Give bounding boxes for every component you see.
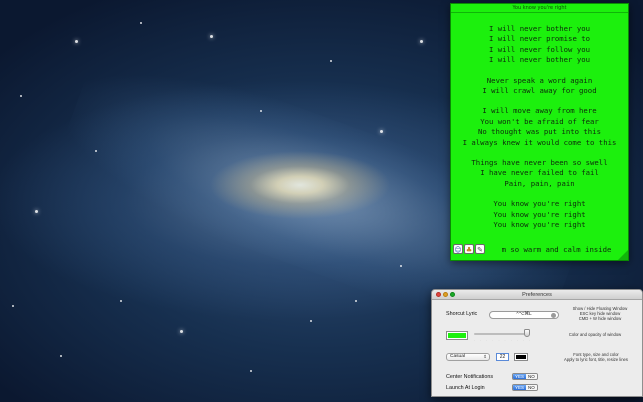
lyric-line: You know you're right [493,209,586,219]
launch-at-login-label: Launch At Login [446,385,485,391]
window-color-swatch [448,333,466,338]
lyric-line: I have never failed to fail [480,168,599,178]
center-notifications-label: Center Notifications [446,374,494,380]
lyric-icon-group: ☺ ♣ ✎ [451,244,485,254]
opacity-slider-ticks: · · · · · · · · · · [474,338,530,342]
clear-shortcut-icon[interactable] [551,313,556,318]
lyric-line: No thought was put into this [477,127,601,137]
preferences-window: Preferences Shorcut Lyric ^⌥⌘L Show / Hi… [431,289,643,397]
lyric-line: I will move away from here [482,106,597,116]
center-notifications-yes[interactable]: YES [513,374,527,379]
opacity-slider[interactable]: · · · · · · · · · · [474,333,530,342]
finder-icon[interactable]: ☺ [453,244,463,254]
lyric-line-current: m so warm and calm inside [501,244,612,254]
lyric-line: Never speak a word again [486,75,593,85]
quill-icon[interactable]: ✎ [475,244,485,254]
text-color-well[interactable] [514,353,528,361]
launch-at-login-no[interactable]: NO [526,385,537,390]
lyric-line: You won't be afraid of fear [480,116,599,126]
chevron-updown-icon: ⇕ [483,354,487,359]
font-hint-line: Apply to lyric font, title, resize lines [563,357,628,363]
lyric-line: Things have never been so swell [471,158,608,168]
lyric-gap [451,66,628,76]
minimize-button[interactable] [443,292,448,297]
font-select-value: Casual [450,354,465,359]
preferences-body: Shorcut Lyric ^⌥⌘L Show / Hide Floating … [432,300,642,396]
preferences-title: Preferences [522,292,552,298]
lyric-gap [451,148,628,158]
center-notifications-no[interactable]: NO [526,374,537,379]
lyric-gap [451,96,628,106]
close-button[interactable] [436,292,441,297]
font-size-field[interactable]: 22 [496,353,509,361]
color-hint: Color and opacity of window [568,332,622,337]
lyric-line: I will never follow you [488,44,591,54]
opacity-slider-knob[interactable] [524,329,530,337]
lyric-lines: I will never bother you I will never pro… [451,13,628,231]
shortcut-hint: Show / Hide Floating Window ESC key hide… [562,306,638,322]
lyric-line: I will never promise to [488,34,591,44]
opacity-slider-track [474,333,530,335]
font-hint: Font type, size and color Apply to lyric… [550,352,642,362]
shortcut-label: Shorcut Lyric [446,311,478,317]
window-controls [436,292,455,297]
window-color-well[interactable] [446,331,468,340]
launch-at-login-toggle[interactable]: YES NO [512,384,538,391]
lyric-line: Pain, pain, pain [504,178,575,188]
lyric-line: I will never bother you [488,24,591,33]
resize-handle[interactable] [618,250,628,260]
shortcut-recorder[interactable]: ^⌥⌘L [489,311,559,319]
shortcut-hint-line: CMD + W hide window [578,316,622,322]
zoom-button[interactable] [450,292,455,297]
preferences-titlebar[interactable]: Preferences [432,290,642,300]
launch-at-login-yes[interactable]: YES [513,385,527,390]
lyric-window-title: You know you're right [451,4,628,13]
lyric-line: You know you're right [493,199,586,209]
lyric-line: You know you're right [493,220,586,230]
font-select[interactable]: Casual ⇕ [446,353,490,361]
shortcut-value: ^⌥⌘L [516,312,532,317]
lyric-line: I always knew it would come to this [462,137,617,147]
floating-lyric-window[interactable]: You know you're right I will never bothe… [450,3,629,261]
app-icon[interactable]: ♣ [464,244,474,254]
lyric-bottom-bar: ☺ ♣ ✎ m so warm and calm inside [451,243,628,255]
center-notifications-toggle[interactable]: YES NO [512,373,538,380]
lyric-line: I will crawl away for good [482,86,597,96]
lyric-line: I will never bother you [488,55,591,65]
text-color-swatch [516,355,526,359]
lyric-gap [451,189,628,199]
